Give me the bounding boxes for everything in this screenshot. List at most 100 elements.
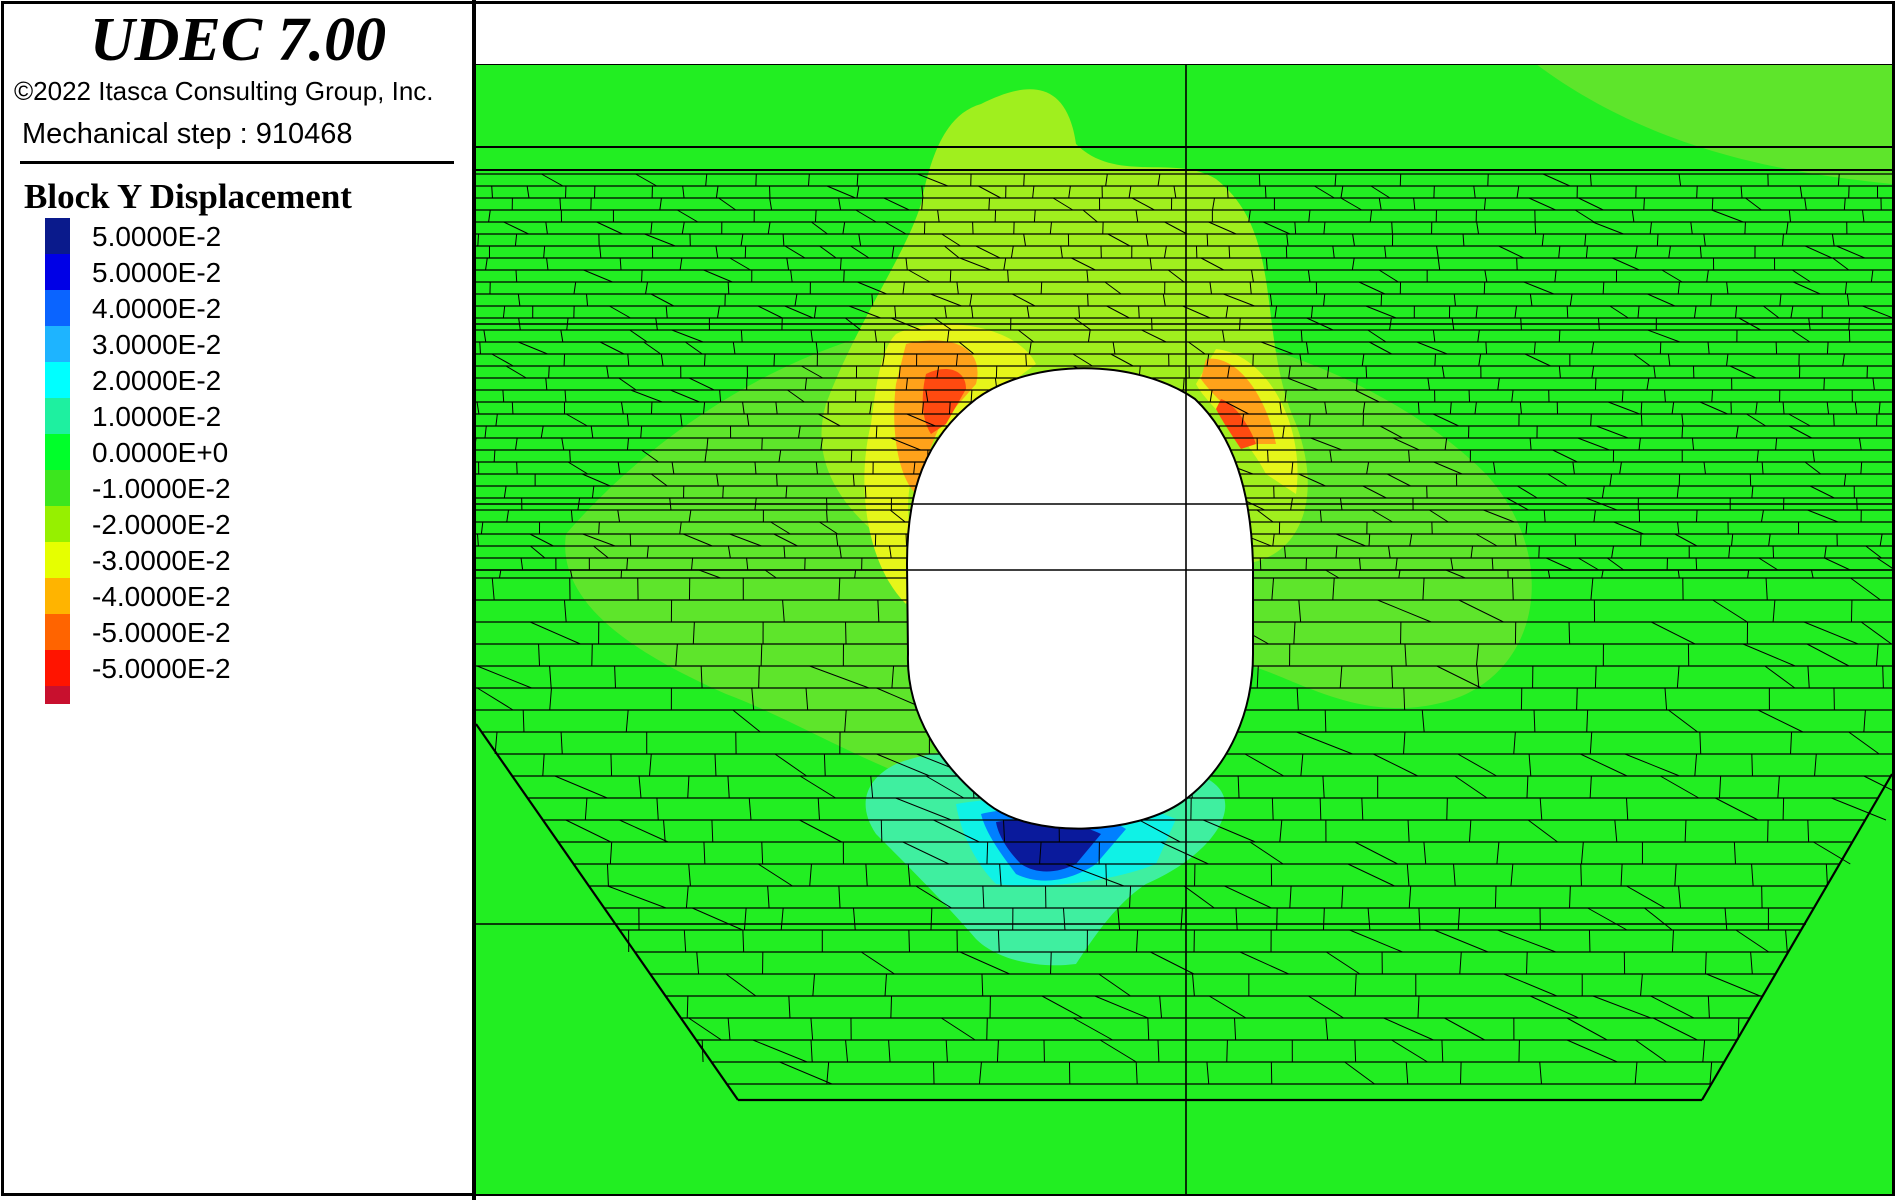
joint-line (1602, 281, 1605, 295)
legend-swatch (45, 326, 70, 344)
joint-line (1526, 951, 1528, 975)
legend-label: -3.0000E-2 (92, 545, 231, 576)
joint-line (1494, 885, 1497, 909)
joint-line (1516, 257, 1518, 271)
joint-line (1751, 753, 1753, 777)
legend-label: 5.0000E-2 (92, 221, 222, 252)
joint-line (1576, 687, 1578, 711)
joint-line (548, 365, 550, 379)
joint-line (1267, 449, 1269, 463)
joint-line (1040, 281, 1043, 295)
legend-divider (20, 161, 454, 164)
joint-line (703, 353, 706, 367)
joint-line (1882, 665, 1884, 689)
joint-line (1558, 329, 1561, 343)
legend-swatch (45, 524, 70, 542)
joint-line (1226, 1039, 1228, 1063)
joint-line (686, 995, 689, 1019)
legend-swatch (45, 236, 70, 254)
joint-line (1640, 533, 1642, 547)
legend-label: -1.0000E-2 (92, 473, 231, 504)
legend-label: -5.0000E-2 (92, 617, 231, 648)
joint-line (1087, 293, 1089, 307)
tunnel-opening (905, 367, 1254, 830)
legend-swatch (45, 596, 70, 614)
legend-swatch (45, 272, 70, 290)
joint-line (1772, 545, 1775, 559)
joint-line (569, 449, 571, 463)
joint-line (477, 233, 480, 247)
joint-line (1711, 197, 1714, 211)
model-viewport[interactable] (476, 4, 1892, 1194)
legend-swatch (45, 578, 70, 596)
joint-line (722, 485, 724, 499)
legend-label: 1.0000E-2 (92, 401, 222, 432)
joint-line (1025, 353, 1027, 367)
legend-label: 5.0000E-2 (92, 257, 222, 288)
joint-line (1826, 341, 1829, 355)
legend-swatch (45, 632, 70, 650)
joint-line (776, 473, 778, 487)
joint-line (629, 533, 632, 547)
joint-line (1566, 305, 1569, 319)
legend-panel: UDEC 7.00 ©2022 Itasca Consulting Group,… (0, 0, 476, 1200)
legend-swatch (45, 254, 70, 272)
joint-line (1138, 305, 1140, 319)
joint-line (727, 281, 730, 295)
legend-label: -4.0000E-2 (92, 581, 231, 612)
legend-swatch (45, 614, 70, 632)
joint-line (1588, 929, 1591, 953)
joint-line (1319, 797, 1322, 821)
joint-line (845, 621, 847, 645)
joint-line (1823, 377, 1825, 391)
joint-line (890, 995, 893, 1019)
legend-swatch (45, 506, 70, 524)
legend-swatch (45, 668, 70, 686)
joint-line (1696, 185, 1698, 199)
joint-line (1594, 377, 1597, 391)
joint-line (1695, 557, 1698, 571)
legend-title: Block Y Displacement (24, 177, 352, 216)
legend-label: 3.0000E-2 (92, 329, 222, 360)
joint-line (1590, 413, 1592, 427)
joint-line (1309, 413, 1311, 427)
joint-line (908, 929, 910, 953)
legend-swatch (45, 290, 70, 308)
legend-swatch (45, 560, 70, 578)
legend-swatch (45, 452, 70, 470)
joint-line (479, 341, 481, 355)
joint-line (880, 819, 883, 843)
joint-line (988, 197, 990, 211)
legend-swatch (45, 542, 70, 560)
legend-swatch (45, 416, 70, 434)
joint-line (1391, 221, 1393, 235)
joint-line (1681, 425, 1684, 439)
joint-line (850, 449, 853, 463)
legend-label: 2.0000E-2 (92, 365, 222, 396)
joint-line (1640, 401, 1643, 415)
joint-line (1643, 197, 1645, 211)
joint-line (598, 521, 600, 535)
mechanical-step-line: Mechanical step : 910468 (22, 118, 353, 151)
joint-line (1656, 233, 1659, 247)
joint-line (1782, 797, 1785, 821)
legend-swatch (45, 218, 70, 236)
joint-line (814, 209, 817, 223)
joint-line (949, 269, 952, 283)
joint-line (1640, 413, 1643, 427)
legend-swatch (45, 434, 70, 452)
joint-line (1105, 863, 1108, 887)
joint-line (1258, 173, 1261, 187)
app-title: UDEC 7.00 (89, 6, 387, 74)
joint-line (986, 1017, 988, 1041)
joint-line (610, 753, 613, 777)
joint-line (1434, 353, 1436, 367)
legend-swatch (45, 650, 70, 668)
legend-swatch (45, 686, 70, 704)
joint-line (511, 401, 514, 415)
legend-swatch (45, 362, 70, 380)
joint-line (1365, 365, 1368, 379)
legend-swatch (45, 398, 70, 416)
joint-line (760, 643, 763, 667)
udec-plot-window: UDEC 7.00 ©2022 Itasca Consulting Group,… (0, 0, 1900, 1200)
